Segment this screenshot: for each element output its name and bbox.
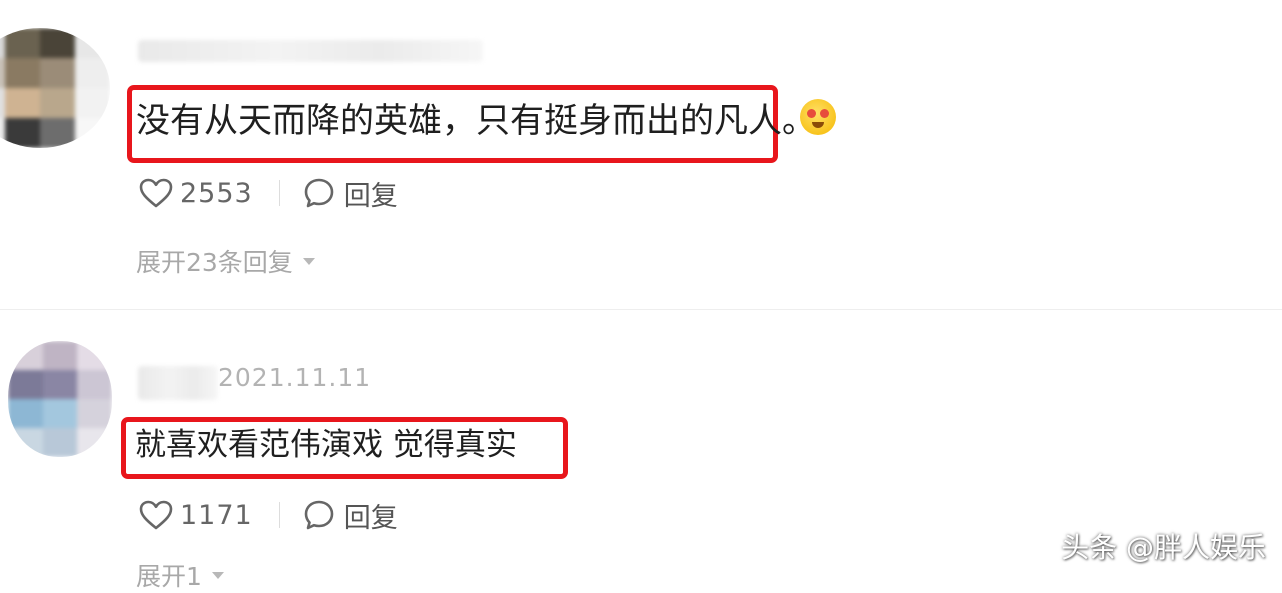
- caret-down-icon: [302, 257, 315, 265]
- avatar-mosaic-cell: [77, 370, 112, 399]
- username-blurred: [138, 40, 483, 62]
- avatar-mosaic-cell: [5, 58, 40, 88]
- avatar-mosaic-cell: [40, 28, 75, 58]
- avatar-mosaic-cell: [42, 428, 78, 457]
- comment-actions: 1171 回复: [138, 495, 398, 535]
- avatar-mosaic-cell: [42, 341, 78, 370]
- avatar[interactable]: [0, 28, 110, 148]
- like-count: 2553: [180, 177, 253, 209]
- avatar-mosaic-cell: [5, 88, 40, 118]
- comment-actions: 2553 回复: [138, 173, 398, 213]
- caret-down-icon: [211, 571, 224, 579]
- avatar-mosaic-cell: [8, 428, 43, 457]
- avatar-mosaic-cell: [77, 399, 112, 428]
- comment-body: 没有从天而降的英雄，只有挺身而出的凡人。: [136, 101, 816, 141]
- watermark: 头条 @胖人娱乐: [1061, 531, 1266, 564]
- like-button[interactable]: 1171: [138, 499, 253, 531]
- avatar-mosaic-cell: [40, 118, 75, 148]
- expand-replies-button[interactable]: 展开23条回复: [136, 243, 315, 279]
- avatar-mosaic-cell: [5, 28, 40, 58]
- avatar-mosaic-cell: [40, 58, 75, 88]
- avatar-mosaic-cell: [8, 399, 43, 428]
- avatar-mosaic-cell: [77, 428, 112, 457]
- comment-date: 2021.11.11: [218, 363, 372, 392]
- avatar-mosaic-cell: [5, 118, 40, 148]
- heart-icon: [138, 177, 174, 209]
- avatar-mosaic-cell: [75, 118, 110, 148]
- speech-bubble-icon: [302, 498, 336, 532]
- avatar-mosaic-cell: [75, 58, 110, 88]
- username-blurred: [138, 366, 218, 400]
- reply-label: 回复: [343, 180, 398, 212]
- reply-button[interactable]: 回复: [302, 174, 398, 213]
- comment-divider: [0, 309, 1282, 310]
- avatar-mosaic-cell: [8, 341, 43, 370]
- expand-replies-label: 展开1: [136, 562, 202, 591]
- avatar-mosaic-cell: [42, 399, 78, 428]
- comment-item: 没有从天而降的英雄，只有挺身而出的凡人。 2553 回复 展开23条回复: [0, 0, 1282, 310]
- avatar-mosaic: [0, 28, 110, 148]
- emoji-icon: [800, 99, 836, 135]
- avatar[interactable]: [8, 341, 112, 457]
- expand-replies-label: 展开23条回复: [136, 248, 293, 277]
- reply-button[interactable]: 回复: [302, 496, 398, 535]
- expand-replies-button[interactable]: 展开1: [136, 557, 224, 593]
- avatar-mosaic-cell: [8, 370, 43, 399]
- avatar-mosaic: [8, 341, 112, 457]
- avatar-mosaic-cell: [75, 28, 110, 58]
- divider: [278, 180, 280, 206]
- avatar-mosaic-cell: [77, 341, 112, 370]
- like-button[interactable]: 2553: [138, 177, 253, 209]
- like-count: 1171: [180, 499, 253, 531]
- heart-icon: [138, 499, 174, 531]
- avatar-mosaic-cell: [42, 370, 78, 399]
- avatar-mosaic-cell: [75, 88, 110, 118]
- comment-body: 就喜欢看范伟演戏 觉得真实: [135, 427, 517, 463]
- reply-label: 回复: [343, 502, 398, 534]
- avatar-mosaic-cell: [40, 88, 75, 118]
- divider: [278, 502, 280, 528]
- speech-bubble-icon: [302, 176, 336, 210]
